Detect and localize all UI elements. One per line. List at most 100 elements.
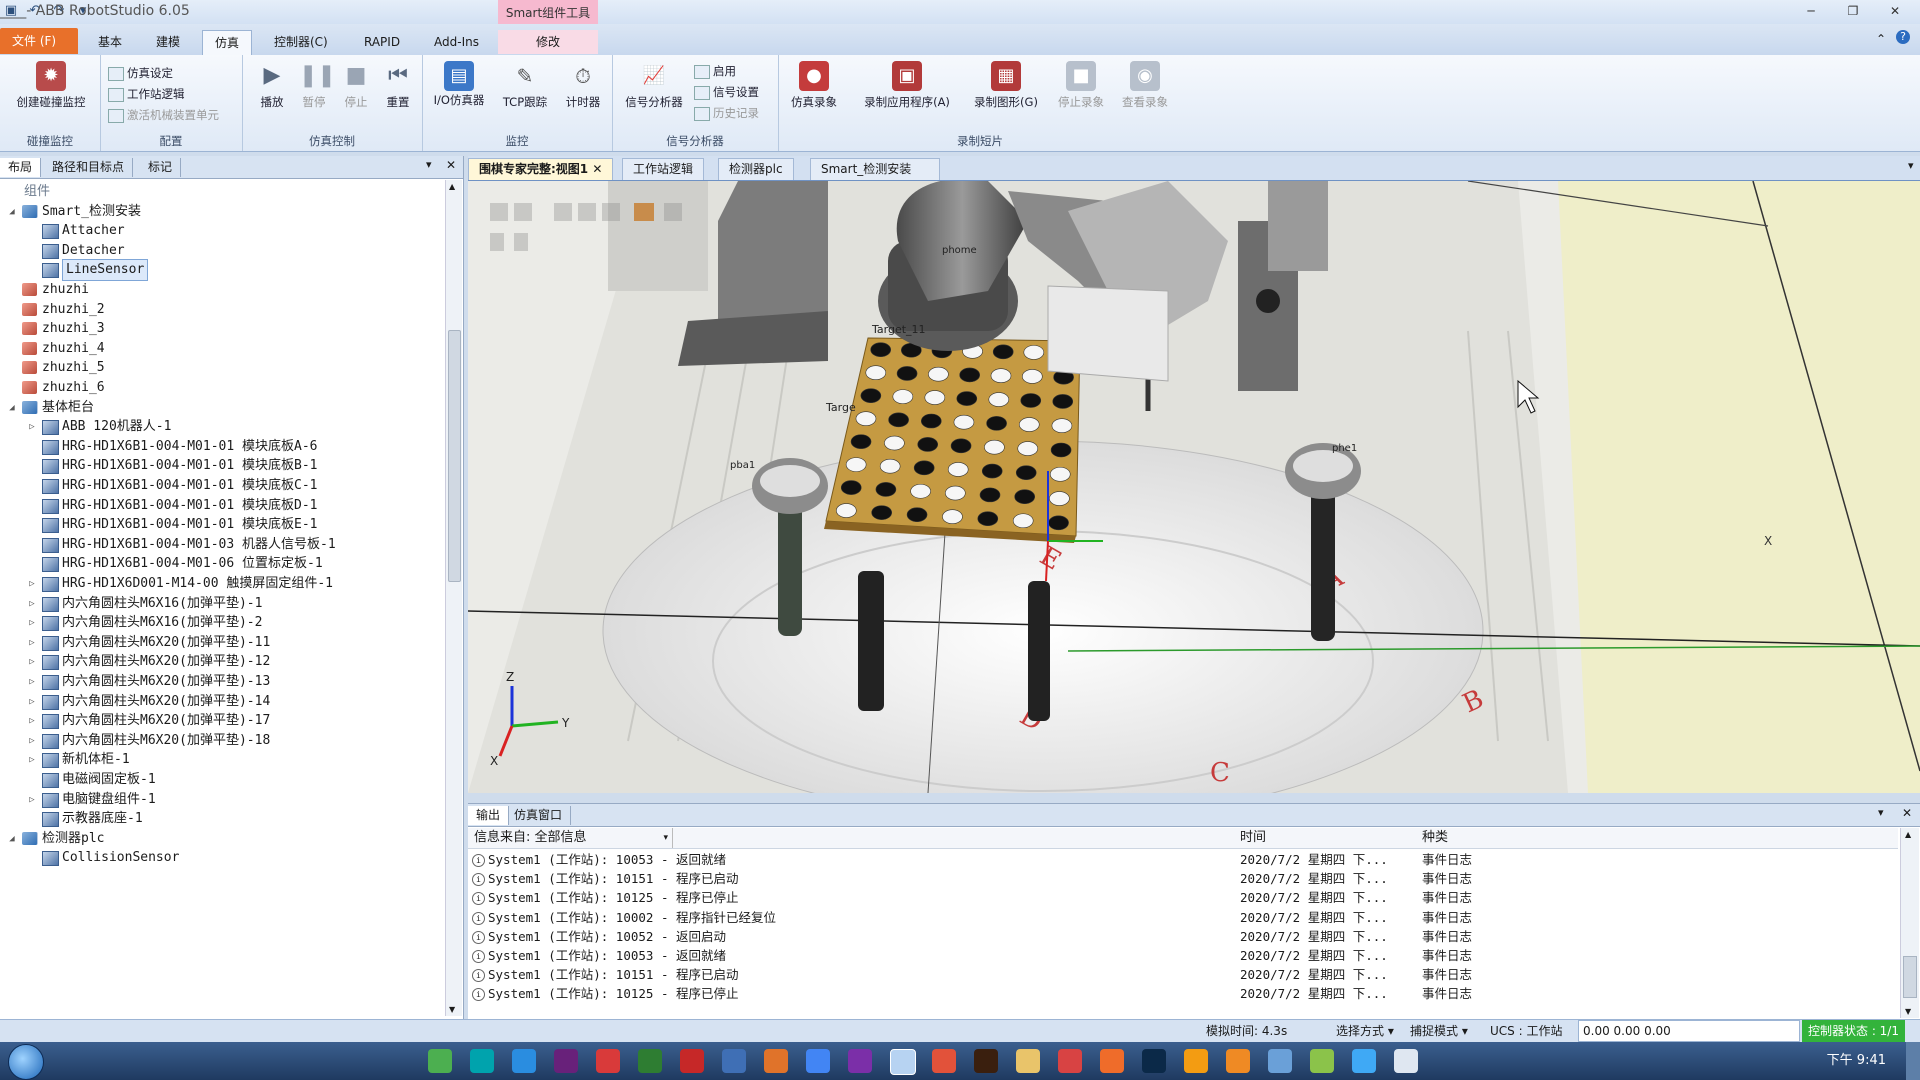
pause-button[interactable]: ❚❚ 暂停 <box>296 61 336 110</box>
output-row[interactable]: i System1 (工作站): 10125 - 程序已停止 2020/7/2 星期… <box>472 984 1892 1003</box>
explorer-icon[interactable] <box>1016 1049 1040 1073</box>
scroll-down-icon[interactable]: ▼ <box>1905 1007 1911 1016</box>
tab-modify[interactable]: 修改 <box>498 30 598 54</box>
tab-layout[interactable]: 布局 <box>0 158 42 177</box>
search-app-icon[interactable] <box>1058 1049 1082 1073</box>
output-pin-icon[interactable]: ▾ <box>1878 806 1884 819</box>
close-icon[interactable]: ✕ <box>1876 2 1914 20</box>
output-close-icon[interactable]: ✕ <box>1902 806 1912 820</box>
save-icon[interactable]: ▣ <box>2 2 20 20</box>
controller-status[interactable]: 控制器状态 : 1/1 <box>1802 1020 1905 1042</box>
app-box-icon[interactable] <box>1226 1049 1250 1073</box>
io-simulator-button[interactable]: ▤ I/O仿真器 <box>430 61 488 107</box>
scrollbar-thumb[interactable] <box>1903 956 1917 998</box>
tab-list-icon[interactable]: ▾ <box>1908 159 1914 172</box>
tab-addins[interactable]: Add-Ins <box>422 30 491 54</box>
feather-icon[interactable] <box>722 1049 746 1073</box>
tab-file[interactable]: 文件 (F) <box>0 28 78 54</box>
stop-button[interactable]: ■ 停止 <box>338 61 374 110</box>
output-scrollbar[interactable]: ▲ ▼ <box>1900 828 1919 1018</box>
onenote-icon[interactable] <box>848 1049 872 1073</box>
robotstudio-icon[interactable] <box>890 1049 916 1075</box>
tab-station-logic[interactable]: 工作站逻辑 <box>622 158 705 180</box>
recorder-icon[interactable] <box>1394 1049 1418 1073</box>
source-filter-select[interactable]: 信息来自: 全部信息 ▾ <box>474 828 673 848</box>
firefox-icon[interactable] <box>1100 1049 1124 1073</box>
media-player-icon[interactable] <box>1352 1049 1376 1073</box>
edge-icon[interactable] <box>512 1049 536 1073</box>
output-row[interactable]: i System1 (工作站): 10151 - 程序已启动 2020/7/2 星期… <box>472 869 1892 888</box>
enable-checkbox[interactable]: 启用 <box>694 63 736 79</box>
app-globe-icon[interactable] <box>1268 1049 1292 1073</box>
tab-controller[interactable]: 控制器(C) <box>262 30 340 54</box>
view-record-button[interactable]: ◉ 查看录象 <box>1114 61 1176 110</box>
scrollbar-thumb[interactable] <box>448 330 461 582</box>
scroll-up-icon[interactable]: ▲ <box>449 182 455 191</box>
history-button[interactable]: 历史记录 <box>694 105 759 121</box>
layout-scrollbar[interactable]: ▲ ▼ <box>445 180 462 1016</box>
station-logic-button[interactable]: 工作站逻辑 <box>108 86 185 102</box>
column-time[interactable]: 时间 <box>1240 828 1266 848</box>
minimize-icon[interactable]: ─ <box>1792 2 1830 20</box>
illustrator-icon[interactable] <box>974 1049 998 1073</box>
sublime-icon[interactable] <box>764 1049 788 1073</box>
chrome-icon[interactable] <box>806 1049 830 1073</box>
redo-icon[interactable]: ↷ <box>50 2 68 20</box>
timer-button[interactable]: ⏱ 计时器 <box>560 61 606 110</box>
customize-icon[interactable]: ▾ <box>74 2 92 20</box>
tab-simulation[interactable]: 仿真 <box>202 30 253 56</box>
tcp-trace-button[interactable]: ✎ TCP跟踪 <box>494 61 556 110</box>
activate-mechanism-button[interactable]: 激活机械装置单元 <box>108 107 219 123</box>
start-button[interactable] <box>8 1044 44 1080</box>
sim-settings-button[interactable]: 仿真设定 <box>108 65 173 81</box>
sim-record-button[interactable]: ● 仿真录象 <box>784 61 844 110</box>
create-collision-button[interactable]: ✹ 创建碰撞监控 <box>8 61 94 110</box>
tree-node[interactable]: CollisionSensor <box>0 846 440 870</box>
undo-icon[interactable]: ↶ <box>26 2 44 20</box>
output-row[interactable]: i System1 (工作站): 10002 - 程序指针已经复位 2020/7/2… <box>472 908 1892 927</box>
reset-button[interactable]: ⏮ 重置 <box>380 61 416 110</box>
play-button[interactable]: ▶ 播放 <box>254 61 290 110</box>
pin-icon[interactable]: ▾ <box>426 158 432 171</box>
snap-mode-dropdown[interactable]: 捕捉模式 ▾ <box>1410 1020 1468 1042</box>
scroll-down-icon[interactable]: ▼ <box>449 1005 455 1014</box>
output-row[interactable]: i System1 (工作站): 10151 - 程序已启动 2020/7/2 星期… <box>472 965 1892 984</box>
output-row[interactable]: i System1 (工作站): 10053 - 返回就绪 2020/7/2 星期四… <box>472 850 1892 869</box>
output-row[interactable]: i System1 (工作站): 10052 - 返回启动 2020/7/2 星期四… <box>472 927 1892 946</box>
git-icon[interactable] <box>932 1049 956 1073</box>
collapse-ribbon-icon[interactable]: ⌃ <box>1876 32 1886 46</box>
wps-icon[interactable] <box>680 1049 704 1073</box>
restore-icon[interactable]: ❐ <box>1834 2 1872 20</box>
stop-record-button[interactable]: ■ 停止录象 <box>1050 61 1112 110</box>
taskbar-clock[interactable]: 下午 9:41 <box>1827 1042 1886 1080</box>
tab-smart-install[interactable]: Smart_检测安装 <box>810 158 940 180</box>
app-tree-icon[interactable] <box>1310 1049 1334 1073</box>
record-app-button[interactable]: ▣ 录制应用程序(A) <box>852 61 962 110</box>
record-graphics-button[interactable]: ▦ 录制图形(G) <box>966 61 1046 110</box>
browser-icon[interactable] <box>428 1049 452 1073</box>
signal-analyzer-button[interactable]: 📈 信号分析器 <box>616 61 692 110</box>
tab-paths-targets[interactable]: 路径和目标点 <box>44 158 134 177</box>
scroll-up-icon[interactable]: ▲ <box>1905 830 1911 839</box>
tab-modeling[interactable]: 建模 <box>144 30 192 54</box>
select-mode-dropdown[interactable]: 选择方式 ▾ <box>1336 1020 1394 1042</box>
panel-close-icon[interactable]: ✕ <box>446 158 456 172</box>
tab-close-icon[interactable]: ✕ <box>592 162 602 176</box>
netease-music-icon[interactable] <box>596 1049 620 1073</box>
tab-detector-plc[interactable]: 检测器plc <box>718 158 794 180</box>
tab-basic[interactable]: 基本 <box>86 30 134 54</box>
tab-sim-window[interactable]: 仿真窗口 <box>506 806 572 825</box>
tab-tags[interactable]: 标记 <box>140 158 182 177</box>
tab-view1[interactable]: 围棋专家完整:视图1 ✕ <box>468 158 614 180</box>
column-kind[interactable]: 种类 <box>1422 828 1448 848</box>
vim-icon[interactable] <box>638 1049 662 1073</box>
tab-output[interactable]: 输出 <box>468 806 510 825</box>
scene-graphic[interactable]: A B C D E <box>468 181 1920 793</box>
output-row[interactable]: i System1 (工作站): 10053 - 返回就绪 2020/7/2 星期四… <box>472 946 1892 965</box>
help-icon[interactable]: ? <box>1896 30 1910 44</box>
tab-rapid[interactable]: RAPID <box>352 30 412 54</box>
show-desktop-button[interactable] <box>1906 1042 1920 1080</box>
arduino-icon[interactable] <box>470 1049 494 1073</box>
signal-settings-button[interactable]: 信号设置 <box>694 84 759 100</box>
visual-studio-icon[interactable] <box>554 1049 578 1073</box>
